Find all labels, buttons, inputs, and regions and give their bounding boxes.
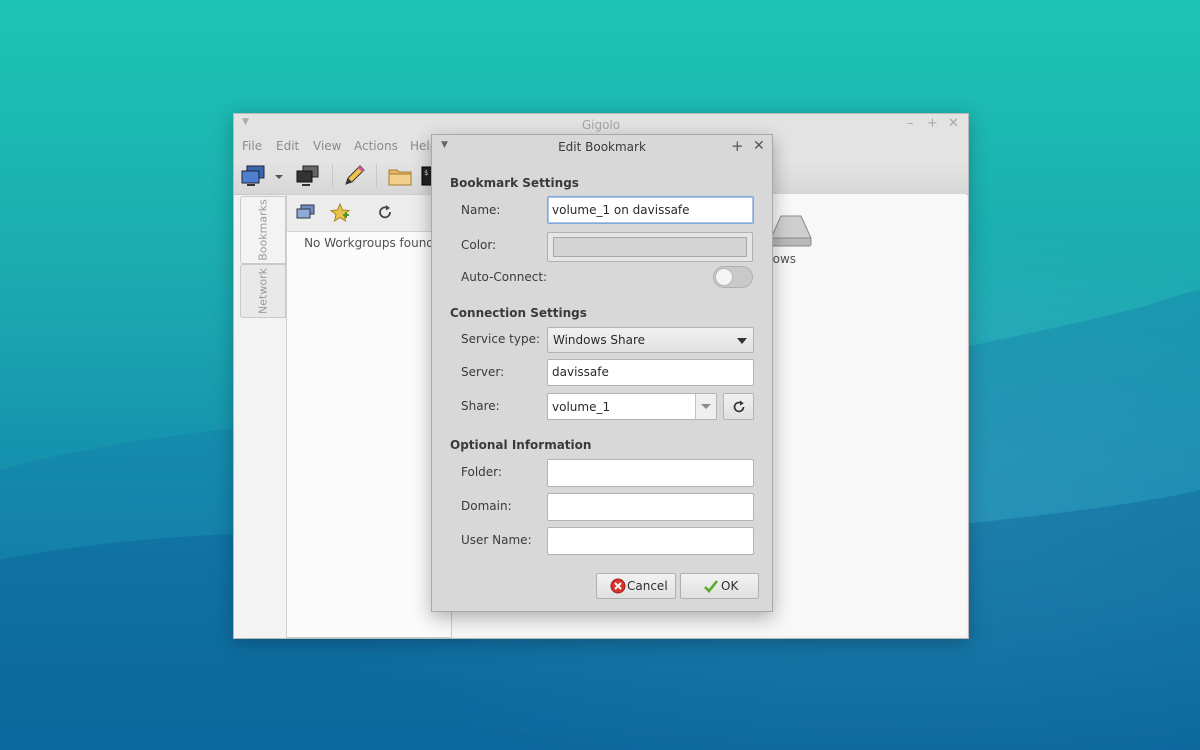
share-dropdown-button[interactable] — [695, 394, 716, 419]
domain-label: Domain: — [461, 499, 512, 513]
edit-bookmark-dialog: ▼ Edit Bookmark + ✕ Bookmark Settings Na… — [431, 134, 773, 612]
tab-network-label: Network — [256, 268, 270, 314]
toolbar-separator — [376, 164, 377, 188]
folder-label: Folder: — [461, 465, 502, 479]
auto-connect-switch[interactable] — [713, 266, 753, 288]
pencil-icon — [345, 165, 365, 185]
connect-dropdown[interactable] — [272, 162, 286, 190]
refresh-icon — [733, 400, 745, 413]
menu-actions[interactable]: Actions — [354, 139, 398, 153]
chevron-down-icon — [701, 404, 711, 409]
service-type-select[interactable]: Windows Share — [547, 327, 754, 353]
color-picker-button[interactable] — [547, 232, 753, 262]
network-drive-icon[interactable] — [767, 212, 815, 248]
no-workgroups-text: No Workgroups found — [304, 236, 434, 250]
server-label: Server: — [461, 365, 505, 379]
color-swatch — [553, 237, 747, 257]
minimize-icon[interactable]: – — [907, 116, 914, 131]
tab-bookmarks-label: Bookmarks — [256, 199, 270, 261]
checkmark-icon — [704, 580, 719, 593]
side-tabs: Bookmarks Network — [240, 196, 286, 636]
folder-icon — [388, 169, 412, 186]
menu-file[interactable]: File — [242, 139, 262, 153]
tab-network[interactable]: Network — [240, 264, 286, 318]
monitors-icon — [241, 165, 265, 186]
folder-field[interactable] — [547, 459, 754, 487]
close-icon[interactable]: ✕ — [753, 138, 765, 154]
section-optional-information: Optional Information — [450, 438, 592, 452]
auto-connect-label: Auto-Connect: — [461, 270, 548, 284]
color-label: Color: — [461, 238, 497, 252]
share-label: Share: — [461, 399, 500, 413]
ok-label: OK — [721, 579, 739, 593]
refresh-icon[interactable] — [375, 203, 395, 223]
cancel-label: Cancel — [627, 579, 668, 593]
close-icon[interactable]: ✕ — [948, 116, 959, 131]
connect-button[interactable] — [240, 162, 268, 190]
dialog-title: Edit Bookmark — [558, 140, 646, 154]
open-button[interactable] — [386, 162, 414, 190]
main-window-titlebar: ▼ Gigolo – + ✕ — [234, 114, 968, 136]
monitors-disconnect-icon — [296, 165, 319, 186]
maximize-icon[interactable]: + — [731, 137, 744, 155]
chevron-down-icon — [275, 175, 283, 179]
server-field[interactable]: davissafe — [547, 359, 754, 386]
main-window-title: Gigolo — [581, 118, 621, 132]
network-pane-toolbar — [287, 195, 451, 232]
toolbar-separator — [332, 164, 333, 188]
edit-bookmarks-button[interactable] — [340, 162, 368, 190]
user-name-label: User Name: — [461, 533, 532, 547]
tab-bookmarks[interactable]: Bookmarks — [240, 196, 286, 264]
domain-field[interactable] — [547, 493, 754, 521]
menu-view[interactable]: View — [313, 139, 341, 153]
add-bookmark-icon[interactable] — [329, 202, 351, 224]
user-name-field[interactable] — [547, 527, 754, 555]
share-value: volume_1 — [552, 400, 611, 414]
refresh-shares-button[interactable] — [723, 393, 754, 420]
name-label: Name: — [461, 203, 501, 217]
menu-edit[interactable]: Edit — [276, 139, 299, 153]
service-type-value: Windows Share — [553, 333, 646, 347]
cancel-icon — [610, 578, 626, 594]
chevron-down-icon — [737, 338, 747, 344]
service-type-label: Service type: — [461, 332, 541, 346]
disconnect-button[interactable] — [294, 162, 322, 190]
cancel-button[interactable]: Cancel — [596, 573, 676, 599]
maximize-icon[interactable]: + — [927, 116, 938, 131]
share-combo[interactable]: volume_1 — [547, 393, 717, 420]
section-connection-settings: Connection Settings — [450, 306, 587, 320]
connect-icon[interactable] — [295, 202, 317, 224]
switch-knob — [715, 268, 733, 286]
network-pane: No Workgroups found — [286, 194, 452, 638]
section-bookmark-settings: Bookmark Settings — [450, 176, 579, 190]
name-field[interactable]: volume_1 on davissafe — [547, 196, 754, 224]
dialog-titlebar: ▼ Edit Bookmark + ✕ — [432, 135, 772, 159]
svg-text:$: $ — [424, 169, 428, 177]
ok-button[interactable]: OK — [680, 573, 759, 599]
